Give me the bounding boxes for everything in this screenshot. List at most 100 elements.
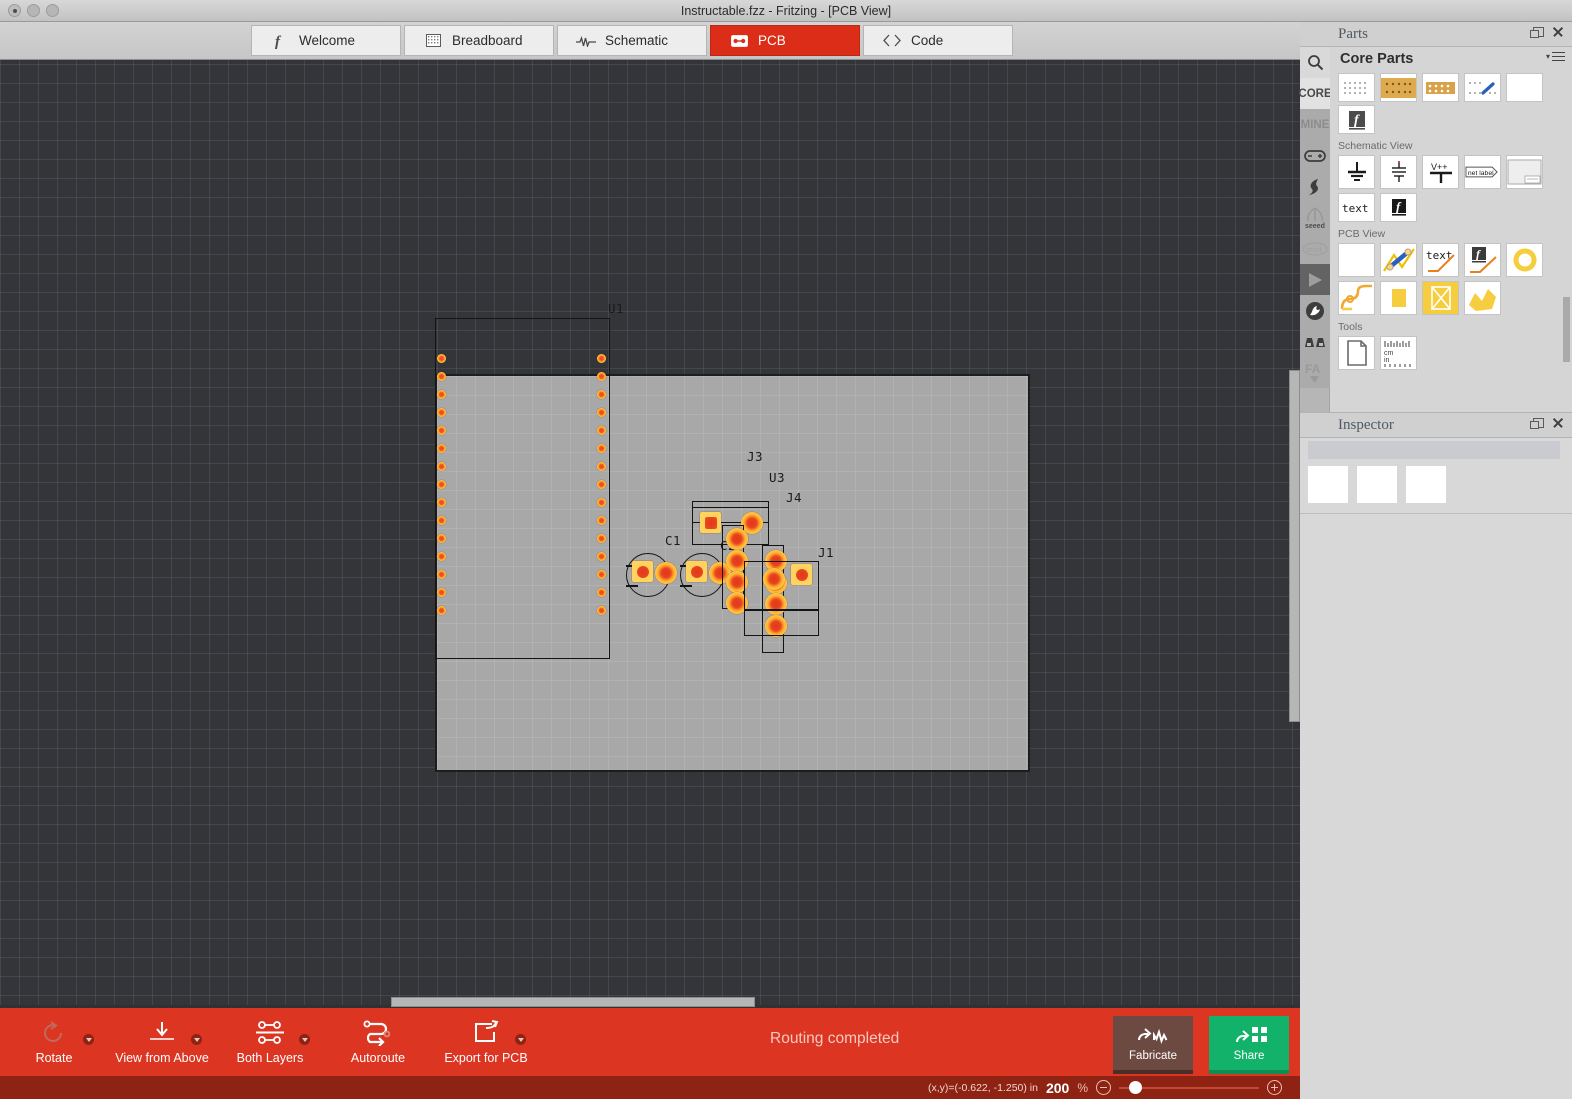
minimize-window-button[interactable]: [27, 4, 40, 17]
rotate-dropdown-caret[interactable]: [83, 1034, 94, 1045]
horizontal-scroll-thumb[interactable]: [391, 997, 755, 1007]
pad[interactable]: [597, 408, 606, 417]
pad[interactable]: [597, 372, 606, 381]
pad[interactable]: [437, 372, 446, 381]
zoom-slider-knob[interactable]: [1129, 1081, 1142, 1094]
inspector-close-icon[interactable]: [1552, 417, 1564, 429]
bin-search-icon[interactable]: [1300, 47, 1330, 78]
zoom-out-button[interactable]: [1096, 1080, 1111, 1095]
parts-bin-scroll-thumb[interactable]: [1563, 297, 1570, 362]
zoom-slider[interactable]: [1119, 1081, 1259, 1095]
pad[interactable]: [437, 408, 446, 417]
pad-u3-1[interactable]: [700, 512, 721, 533]
pad[interactable]: [597, 480, 606, 489]
pad[interactable]: [437, 588, 446, 597]
perfboard-icon[interactable]: [1338, 73, 1375, 102]
stripboard-icon[interactable]: [1380, 73, 1417, 102]
pad-j1-2[interactable]: [791, 564, 812, 585]
pcb-canvas[interactable]: U1 C1 J3 U3 J4 J1: [0, 60, 1300, 1005]
pad[interactable]: [597, 444, 606, 453]
view-from-above-button[interactable]: View from Above: [108, 1008, 216, 1076]
pad[interactable]: [597, 516, 606, 525]
breadboard-wire-icon[interactable]: [1464, 73, 1501, 102]
fabricate-button[interactable]: Fabricate: [1113, 1016, 1193, 1074]
seeed-icon[interactable]: seeed: [1300, 202, 1330, 233]
view-from-above-dropdown-caret[interactable]: [191, 1034, 202, 1045]
component-outline-j1-lower[interactable]: [744, 610, 819, 636]
sidebar-item-mine[interactable]: MINE: [1300, 109, 1330, 140]
parts-close-icon[interactable]: [1552, 26, 1564, 38]
both-layers-dropdown-caret[interactable]: [299, 1034, 310, 1045]
logo-silk-icon[interactable]: f: [1464, 243, 1501, 277]
canvas-horizontal-scrollbar[interactable]: [0, 997, 1288, 1007]
bin-more-icon[interactable]: FA: [1300, 357, 1330, 388]
pad-c2-positive[interactable]: [686, 561, 707, 582]
parts-undock-icon[interactable]: [1530, 27, 1544, 38]
ruler-icon[interactable]: cm in: [1380, 336, 1417, 370]
pad[interactable]: [597, 606, 606, 615]
pad[interactable]: [597, 462, 606, 471]
pad[interactable]: [597, 552, 606, 561]
copper-fill-icon[interactable]: [1380, 281, 1417, 315]
zoom-in-button[interactable]: [1267, 1080, 1282, 1095]
pad[interactable]: [597, 570, 606, 579]
canvas-vertical-scrollbar[interactable]: [1288, 60, 1300, 1005]
stripboard2-icon[interactable]: [1422, 73, 1459, 102]
tab-breadboard[interactable]: Breadboard: [404, 25, 554, 56]
hole-icon[interactable]: [1506, 243, 1543, 277]
ground-alt-icon[interactable]: [1380, 155, 1417, 189]
pad[interactable]: [437, 462, 446, 471]
pad[interactable]: [597, 390, 606, 399]
sparkfun-icon[interactable]: [1300, 171, 1330, 202]
pad[interactable]: [437, 390, 446, 399]
vcc-icon[interactable]: V++: [1422, 155, 1459, 189]
via-wire-icon[interactable]: [1380, 243, 1417, 277]
maximize-window-button[interactable]: [46, 4, 59, 17]
ground-fill-seed-icon[interactable]: [1464, 281, 1501, 315]
intel-icon[interactable]: intel: [1300, 233, 1330, 264]
ground-icon[interactable]: [1338, 155, 1375, 189]
pad[interactable]: [437, 498, 446, 507]
logo-icon[interactable]: f: [1380, 193, 1417, 222]
tab-pcb[interactable]: PCB: [710, 25, 860, 56]
pad[interactable]: [437, 552, 446, 561]
parallax-icon[interactable]: [1300, 326, 1330, 357]
pad[interactable]: [437, 516, 446, 525]
both-layers-button[interactable]: Both Layers: [216, 1008, 324, 1076]
pad[interactable]: [597, 588, 606, 597]
autoroute-button[interactable]: Autoroute: [324, 1008, 432, 1076]
net-label-icon[interactable]: net label: [1464, 155, 1501, 189]
vertical-scroll-thumb[interactable]: [1289, 370, 1300, 722]
pad[interactable]: [597, 534, 606, 543]
pad[interactable]: [437, 606, 446, 615]
tab-code[interactable]: Code: [863, 25, 1013, 56]
close-window-button[interactable]: [8, 4, 21, 17]
bin-menu-button[interactable]: ▾: [1546, 52, 1565, 61]
pad[interactable]: [437, 480, 446, 489]
share-button[interactable]: Share: [1209, 1016, 1289, 1074]
tab-schematic[interactable]: Schematic: [557, 25, 707, 56]
tab-welcome[interactable]: f Welcome: [251, 25, 401, 56]
sidebar-item-core[interactable]: CORE: [1298, 78, 1332, 109]
pad[interactable]: [597, 354, 606, 363]
pad[interactable]: [597, 498, 606, 507]
pad[interactable]: [437, 534, 446, 543]
pad-c1-positive[interactable]: [632, 561, 653, 582]
pad[interactable]: [437, 444, 446, 453]
export-for-pcb-button[interactable]: Export for PCB: [432, 1008, 540, 1076]
pad-j1-1[interactable]: [763, 568, 785, 590]
inspector-undock-icon[interactable]: [1530, 418, 1544, 429]
pad-j3-1[interactable]: [726, 528, 748, 550]
rotate-button[interactable]: Rotate: [0, 1008, 108, 1076]
inspector-tile[interactable]: [1357, 466, 1397, 503]
export-dropdown-caret[interactable]: [515, 1034, 526, 1045]
snootlab-icon[interactable]: [1300, 295, 1330, 326]
pad[interactable]: [597, 426, 606, 435]
pad-c1-negative[interactable]: [655, 562, 677, 584]
window-controls[interactable]: [8, 4, 59, 17]
arduino-icon[interactable]: [1300, 140, 1330, 171]
pad[interactable]: [437, 570, 446, 579]
pad[interactable]: [437, 426, 446, 435]
blank-part-icon[interactable]: [1506, 73, 1543, 102]
inspector-tile[interactable]: [1406, 466, 1446, 503]
